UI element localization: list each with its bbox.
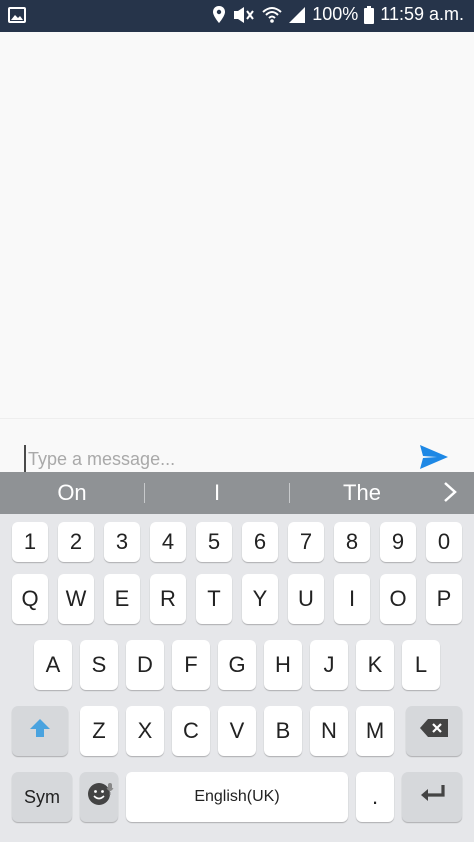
wifi-icon bbox=[262, 6, 282, 24]
period-key[interactable]: . bbox=[356, 772, 394, 822]
backspace-icon bbox=[419, 718, 449, 744]
key-6[interactable]: 6 bbox=[242, 522, 278, 562]
enter-key[interactable] bbox=[402, 772, 462, 822]
image-icon bbox=[8, 6, 26, 24]
mute-icon bbox=[232, 6, 256, 24]
suggestion-item[interactable]: On bbox=[0, 480, 144, 506]
signal-icon bbox=[288, 6, 306, 24]
key-g[interactable]: G bbox=[218, 640, 256, 690]
suggestion-bar: On I The bbox=[0, 472, 474, 514]
key-b[interactable]: B bbox=[264, 706, 302, 756]
suggestion-item[interactable]: I bbox=[145, 480, 289, 506]
key-3[interactable]: 3 bbox=[104, 522, 140, 562]
key-4[interactable]: 4 bbox=[150, 522, 186, 562]
key-d[interactable]: D bbox=[126, 640, 164, 690]
status-time: 11:59 a.m. bbox=[380, 4, 464, 24]
key-2[interactable]: 2 bbox=[58, 522, 94, 562]
key-5[interactable]: 5 bbox=[196, 522, 232, 562]
key-r[interactable]: R bbox=[150, 574, 186, 624]
key-q[interactable]: Q bbox=[12, 574, 48, 624]
key-7[interactable]: 7 bbox=[288, 522, 324, 562]
key-i[interactable]: I bbox=[334, 574, 370, 624]
key-t[interactable]: T bbox=[196, 574, 232, 624]
key-u[interactable]: U bbox=[288, 574, 324, 624]
key-x[interactable]: X bbox=[126, 706, 164, 756]
location-icon bbox=[212, 5, 226, 25]
key-w[interactable]: W bbox=[58, 574, 94, 624]
send-button[interactable] bbox=[416, 443, 452, 475]
message-input-row bbox=[0, 418, 474, 473]
key-z[interactable]: Z bbox=[80, 706, 118, 756]
key-h[interactable]: H bbox=[264, 640, 302, 690]
key-k[interactable]: K bbox=[356, 640, 394, 690]
key-1[interactable]: 1 bbox=[12, 522, 48, 562]
battery-icon bbox=[364, 5, 375, 24]
key-n[interactable]: N bbox=[310, 706, 348, 756]
key-e[interactable]: E bbox=[104, 574, 140, 624]
key-o[interactable]: O bbox=[380, 574, 416, 624]
chevron-right-icon[interactable] bbox=[438, 480, 462, 504]
key-s[interactable]: S bbox=[80, 640, 118, 690]
emoji-key[interactable] bbox=[80, 772, 118, 822]
key-p[interactable]: P bbox=[426, 574, 462, 624]
status-bar: 100% 11:59 a.m. bbox=[0, 0, 474, 32]
key-c[interactable]: C bbox=[172, 706, 210, 756]
key-l[interactable]: L bbox=[402, 640, 440, 690]
enter-icon bbox=[417, 783, 447, 811]
shift-key[interactable] bbox=[12, 706, 68, 756]
sym-key[interactable]: Sym bbox=[12, 772, 72, 822]
key-y[interactable]: Y bbox=[242, 574, 278, 624]
key-f[interactable]: F bbox=[172, 640, 210, 690]
space-key[interactable]: English(UK) bbox=[126, 772, 348, 822]
send-icon bbox=[419, 444, 449, 475]
key-v[interactable]: V bbox=[218, 706, 256, 756]
mic-icon bbox=[106, 775, 114, 801]
key-j[interactable]: J bbox=[310, 640, 348, 690]
message-input[interactable] bbox=[24, 445, 390, 473]
key-0[interactable]: 0 bbox=[426, 522, 462, 562]
key-m[interactable]: M bbox=[356, 706, 394, 756]
backspace-key[interactable] bbox=[406, 706, 462, 756]
battery-percent: 100% bbox=[312, 4, 359, 24]
key-9[interactable]: 9 bbox=[380, 522, 416, 562]
shift-icon bbox=[29, 717, 51, 745]
key-8[interactable]: 8 bbox=[334, 522, 370, 562]
suggestion-item[interactable]: The bbox=[290, 480, 434, 506]
keyboard: 1 2 3 4 5 6 7 8 9 0 Q W E R T Y U I O P … bbox=[0, 514, 474, 842]
key-a[interactable]: A bbox=[34, 640, 72, 690]
chat-area bbox=[0, 32, 474, 418]
